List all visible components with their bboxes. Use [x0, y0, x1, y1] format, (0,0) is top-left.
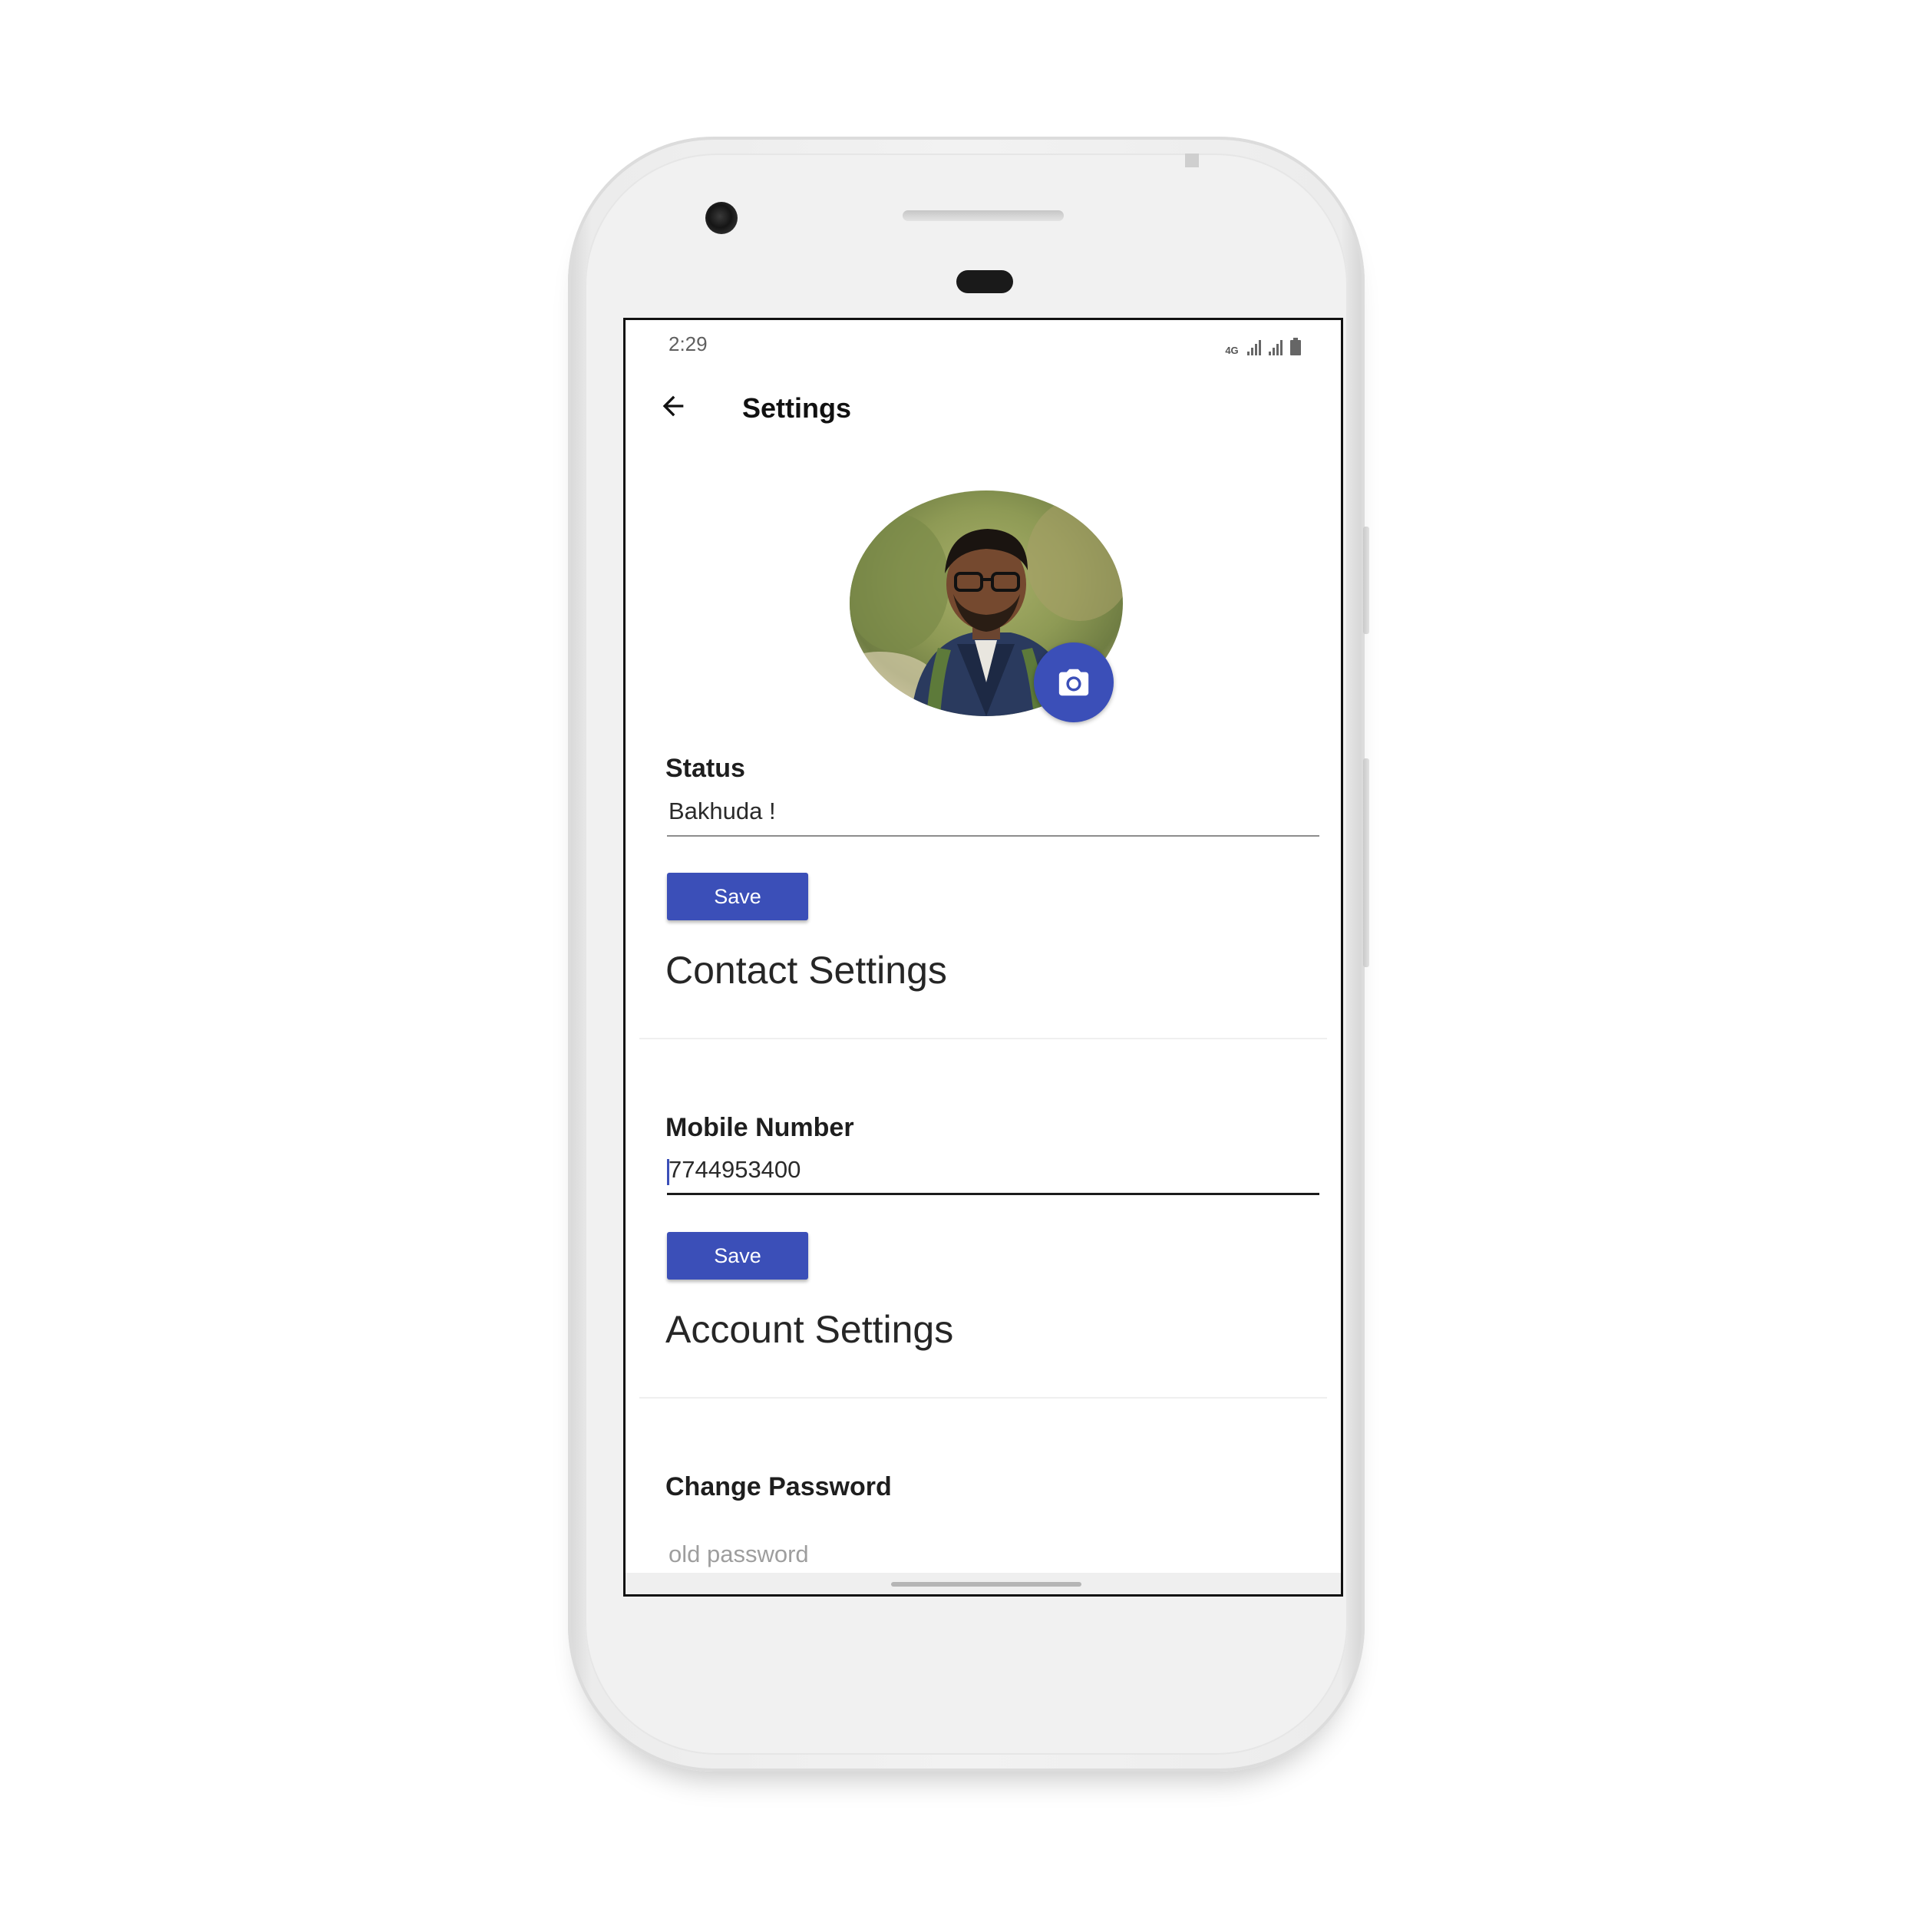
camera-icon	[1058, 669, 1089, 696]
battery-icon	[1290, 338, 1301, 355]
mobile-number-label: Mobile Number	[665, 1113, 854, 1142]
back-button[interactable]	[655, 388, 692, 424]
proximity-sensor	[956, 270, 1013, 293]
arrow-left-icon	[662, 395, 684, 417]
phone-device: 2:29 4G Settings Status Bakhuda ! Save C…	[568, 137, 1369, 1772]
screen: 2:29 4G Settings Status Bakhuda ! Save C…	[623, 318, 1343, 1597]
power-button	[1363, 527, 1369, 634]
change-password-label: Change Password	[665, 1472, 892, 1501]
status-input[interactable]	[667, 792, 1319, 837]
status-icons: 4G	[1224, 332, 1301, 355]
save-mobile-button[interactable]: Save	[667, 1232, 808, 1280]
signal-icon	[1269, 340, 1283, 355]
section-divider	[639, 1038, 1327, 1039]
home-gesture-handle[interactable]	[891, 1582, 1081, 1587]
status-time: 2:29	[669, 332, 708, 355]
network-4g-icon: 4G	[1225, 345, 1239, 356]
earpiece-speaker	[903, 210, 1064, 221]
text-caret	[667, 1159, 669, 1185]
account-settings-heading: Account Settings	[665, 1308, 954, 1351]
app-bar: Settings	[626, 366, 1341, 446]
status-bar: 2:29 4G	[626, 320, 1341, 366]
front-camera	[705, 202, 738, 234]
signal-icon	[1247, 340, 1261, 355]
navigation-bar	[626, 1573, 1341, 1594]
page-title: Settings	[742, 392, 852, 424]
status-label: Status	[665, 754, 745, 783]
section-divider	[639, 1397, 1327, 1399]
save-status-button[interactable]: Save	[667, 873, 808, 920]
volume-button	[1363, 758, 1369, 967]
stage: 2:29 4G Settings Status Bakhuda ! Save C…	[0, 0, 1928, 1932]
mobile-number-input[interactable]	[667, 1151, 1319, 1195]
change-photo-button[interactable]	[1034, 642, 1114, 722]
contact-settings-heading: Contact Settings	[665, 949, 947, 992]
phone-top-notch	[1185, 154, 1199, 167]
phone-face: 2:29 4G Settings Status Bakhuda ! Save C…	[585, 154, 1348, 1755]
